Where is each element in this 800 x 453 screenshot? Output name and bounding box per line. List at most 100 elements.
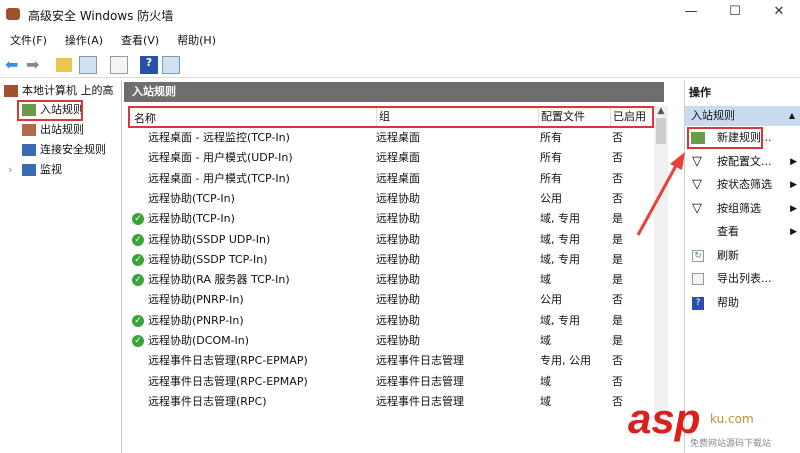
actions-section-header[interactable]: 入站规则 ▲: [685, 106, 800, 126]
rule-group: 远程协助: [376, 191, 420, 205]
rule-enabled: 否: [612, 191, 623, 205]
rule-enabled: 是: [612, 313, 623, 327]
rule-name: 远程协助(SSDP UDP-In): [148, 232, 271, 246]
table-row[interactable]: 远程桌面 - 用户模式(TCP-In) 远程桌面 所有 否: [124, 169, 652, 189]
back-icon[interactable]: ⬅: [5, 56, 23, 74]
enabled-check-icon: ✓: [132, 335, 144, 347]
rule-profile: 域, 专用: [540, 313, 580, 327]
rule-profile: 域: [540, 334, 551, 347]
minimize-button[interactable]: —: [676, 4, 706, 24]
action-item[interactable]: ▽ 按配置文... ▶: [689, 152, 799, 172]
table-row[interactable]: ✓ 远程协助(SSDP TCP-In) 远程协助 域, 专用 是: [124, 250, 652, 270]
forward-icon[interactable]: ➡: [26, 56, 44, 74]
rule-group: 远程协助: [376, 334, 420, 347]
action-item[interactable]: ↻ 刷新: [689, 246, 799, 266]
watermark-domain: ku.com: [710, 412, 754, 426]
highlight-box: [687, 127, 763, 149]
show-hide-action-pane-icon[interactable]: [162, 56, 180, 74]
scrollbar-thumb[interactable]: [656, 118, 666, 144]
filter-icon: ▽: [692, 200, 702, 216]
tree-item-label: 监视: [40, 163, 62, 176]
submenu-arrow-icon: ▶: [790, 203, 797, 214]
rule-profile: 域, 专用: [540, 252, 580, 266]
action-item[interactable]: ▽ 按状态筛选 ▶: [689, 175, 799, 195]
rule-group: 远程事件日志管理: [376, 374, 464, 388]
menu-help[interactable]: 帮助(H): [177, 34, 216, 47]
rule-enabled: 否: [612, 354, 623, 368]
column-group[interactable]: 组: [376, 108, 390, 126]
menu-file[interactable]: 文件(F): [10, 34, 47, 47]
window-title: 高级安全 Windows 防火墙: [28, 9, 174, 23]
collapse-icon: ▲: [788, 111, 795, 120]
table-row[interactable]: 远程事件日志管理(RPC-EPMAP) 远程事件日志管理 域 否: [124, 372, 652, 392]
rule-profile: 所有: [540, 171, 562, 185]
filter-icon: ▽: [692, 177, 702, 192]
rule-enabled: 否: [612, 293, 623, 307]
actions-pane: 操作 入站规则 ▲ 新建规则... ▽ 按配置文... ▶ ▽ 按状态筛选 ▶ ▽ 按组筛选 ▶ 查看…: [684, 80, 800, 453]
maximize-button[interactable]: ☐: [720, 4, 750, 24]
rule-group: 远程协助: [376, 212, 420, 226]
rule-name: 远程协助(RA 服务器 TCP-In): [148, 273, 290, 287]
close-button[interactable]: ✕: [764, 4, 794, 24]
submenu-arrow-icon: ▶: [790, 180, 797, 190]
show-hide-tree-icon[interactable]: [79, 56, 97, 74]
table-row[interactable]: 远程桌面 - 远程监控(TCP-In) 远程桌面 所有 否: [124, 128, 652, 148]
table-row[interactable]: 远程事件日志管理(RPC-EPMAP) 远程事件日志管理 专用, 公用 否: [124, 351, 652, 371]
action-label: 查看: [717, 225, 739, 238]
rule-name: 远程协助(TCP-In): [148, 212, 235, 226]
rule-name: 远程桌面 - 远程监控(TCP-In): [148, 131, 290, 144]
action-item[interactable]: 查看 ▶: [689, 222, 799, 242]
menu-action[interactable]: 操作(A): [65, 34, 103, 47]
action-item[interactable]: ? 帮助: [689, 293, 799, 313]
action-item[interactable]: ▽ 按组筛选 ▶: [689, 199, 799, 219]
tree-item-monitoring[interactable]: 监视: [22, 161, 62, 179]
rule-profile: 域: [540, 374, 551, 388]
rule-group: 远程事件日志管理: [376, 354, 464, 368]
up-folder-icon[interactable]: [56, 58, 72, 72]
help-icon[interactable]: ?: [140, 56, 158, 74]
tree-item-outbound-rules[interactable]: 出站规则: [22, 121, 84, 139]
rule-name: 远程协助(PNRP-In): [148, 313, 244, 327]
enabled-check-icon: ✓: [132, 213, 144, 226]
column-name[interactable]: 名称: [134, 110, 156, 126]
table-row[interactable]: ✓ 远程协助(TCP-In) 远程协助 域, 专用 是: [124, 209, 652, 229]
table-row[interactable]: ✓ 远程协助(PNRP-In) 远程协助 域, 专用 是: [124, 311, 652, 331]
rule-group: 远程桌面: [376, 151, 420, 165]
action-label: 按组筛选: [717, 201, 761, 215]
tree-root[interactable]: 本地计算机 上的高: [4, 82, 114, 100]
rule-enabled: 是: [612, 273, 623, 287]
column-enabled[interactable]: 已启用: [610, 108, 646, 126]
rule-name: 远程事件日志管理(RPC-EPMAP): [148, 374, 308, 388]
export-list-icon[interactable]: [110, 56, 128, 74]
rule-name: 远程协助(TCP-In): [148, 191, 235, 205]
table-row[interactable]: 远程协助(TCP-In) 远程协助 公用 否: [124, 189, 652, 209]
table-row[interactable]: 远程事件日志管理(RPC) 远程事件日志管理 域 否: [124, 392, 652, 412]
table-row[interactable]: ✓ 远程协助(RA 服务器 TCP-In) 远程协助 域 是: [124, 270, 652, 290]
rule-profile: 专用, 公用: [540, 354, 591, 368]
highlight-box: [17, 100, 83, 121]
rule-name: 远程桌面 - 用户模式(UDP-In): [148, 151, 293, 165]
expand-chevron-icon[interactable]: ›: [8, 161, 12, 179]
enabled-check-icon: ✓: [132, 274, 144, 287]
rule-enabled: 是: [612, 252, 623, 266]
tree-item-connection-security-rules[interactable]: 连接安全规则: [22, 141, 106, 159]
rule-profile: 公用: [540, 191, 562, 205]
watermark-subtitle: 免费网站源码下载站: [690, 439, 772, 449]
tree-item-label: 出站规则: [40, 123, 84, 136]
pane-title: 入站规则: [124, 82, 664, 102]
rule-group: 远程协助: [376, 293, 420, 307]
column-profile[interactable]: 配置文件: [538, 108, 585, 126]
table-row[interactable]: 远程协助(PNRP-In) 远程协助 公用 否: [124, 290, 652, 310]
section-label: 入站规则: [691, 109, 735, 122]
submenu-arrow-icon: ▶: [790, 227, 797, 237]
table-row[interactable]: ✓ 远程协助(DCOM-In) 远程协助 域 是: [124, 331, 652, 351]
action-label: 导出列表...: [717, 272, 772, 285]
export-icon: [692, 273, 704, 285]
rule-enabled: 否: [612, 394, 623, 408]
rule-group: 远程协助: [376, 232, 420, 246]
menu-view[interactable]: 查看(V): [121, 34, 159, 47]
rule-profile: 域: [540, 394, 551, 408]
table-row[interactable]: 远程桌面 - 用户模式(UDP-In) 远程桌面 所有 否: [124, 148, 652, 168]
action-item[interactable]: 导出列表...: [689, 269, 799, 289]
table-row[interactable]: ✓ 远程协助(SSDP UDP-In) 远程协助 域, 专用 是: [124, 230, 652, 250]
